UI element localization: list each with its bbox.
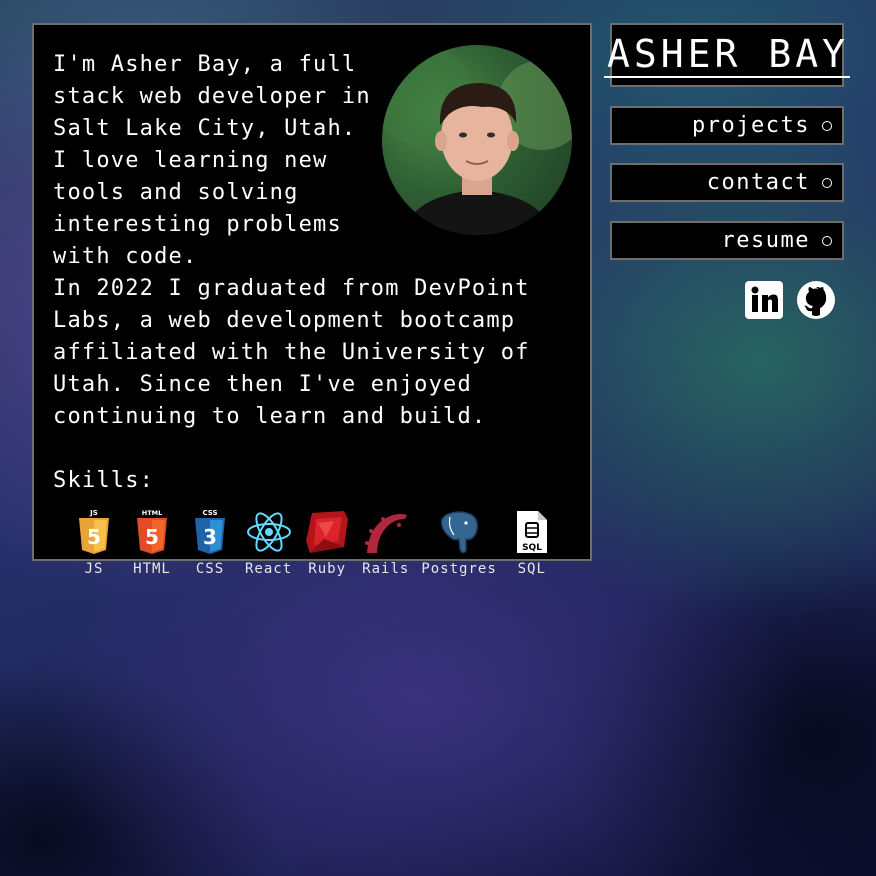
nav-contact-button[interactable]: contact: [610, 163, 844, 202]
svg-text:JS: JS: [89, 509, 98, 517]
svg-text:HTML: HTML: [142, 509, 162, 517]
rails-icon: [363, 509, 409, 555]
css3-icon: CSS 3: [187, 509, 233, 555]
github-icon: [797, 281, 835, 319]
svg-text:5: 5: [87, 525, 101, 549]
skill-react: React: [245, 509, 292, 577]
linkedin-icon: [745, 281, 783, 319]
skill-label: Rails: [362, 561, 410, 577]
skill-css: CSS 3 CSS: [187, 509, 233, 577]
svg-text:SQL: SQL: [522, 543, 542, 553]
skill-label: React: [245, 561, 293, 577]
skill-label: CSS: [195, 561, 225, 577]
skill-sql: SQL SQL: [509, 509, 555, 577]
svg-text:5: 5: [145, 525, 159, 549]
skill-js: JS 5 JS: [71, 509, 117, 577]
skill-html: HTML 5 HTML: [129, 509, 175, 577]
skills-list: JS 5 JS HTML 5 HTML CSS 3 CSS React Ruby…: [71, 509, 570, 577]
sql-file-icon: SQL: [509, 509, 555, 555]
html5-icon: HTML 5: [129, 509, 175, 555]
skill-postgres: Postgres: [421, 509, 496, 577]
linkedin-link[interactable]: [744, 280, 784, 320]
skill-label: JS: [84, 561, 104, 577]
react-icon: [246, 509, 292, 555]
nav-label: contact: [706, 170, 810, 195]
postgres-icon: [436, 509, 482, 555]
skills-heading: Skills:: [53, 468, 155, 493]
nav-projects-button[interactable]: projects: [610, 106, 844, 145]
skill-label: SQL: [517, 561, 546, 577]
github-link[interactable]: [796, 280, 836, 320]
profile-photo: [382, 45, 572, 235]
site-title: ASHER BAY: [604, 32, 850, 78]
circle-icon: [822, 120, 832, 131]
site-title-box: ASHER BAY: [604, 23, 850, 87]
social-links: [744, 280, 836, 320]
nav-label: resume: [721, 228, 810, 253]
ruby-icon: [304, 509, 350, 555]
skill-label: Postgres: [421, 561, 497, 577]
circle-icon: [822, 235, 832, 246]
skill-rails: Rails: [362, 509, 409, 577]
circle-icon: [822, 177, 832, 188]
skill-label: HTML: [133, 561, 171, 577]
about-card: I'm Asher Bay, a full stack web develope…: [32, 23, 592, 577]
nav-resume-button[interactable]: resume: [610, 221, 844, 260]
svg-text:3: 3: [203, 525, 217, 549]
skill-ruby: Ruby: [304, 509, 350, 577]
skill-label: Ruby: [308, 561, 347, 577]
js-icon: JS 5: [71, 509, 117, 555]
svg-text:CSS: CSS: [202, 509, 217, 517]
nav-label: projects: [692, 113, 810, 138]
